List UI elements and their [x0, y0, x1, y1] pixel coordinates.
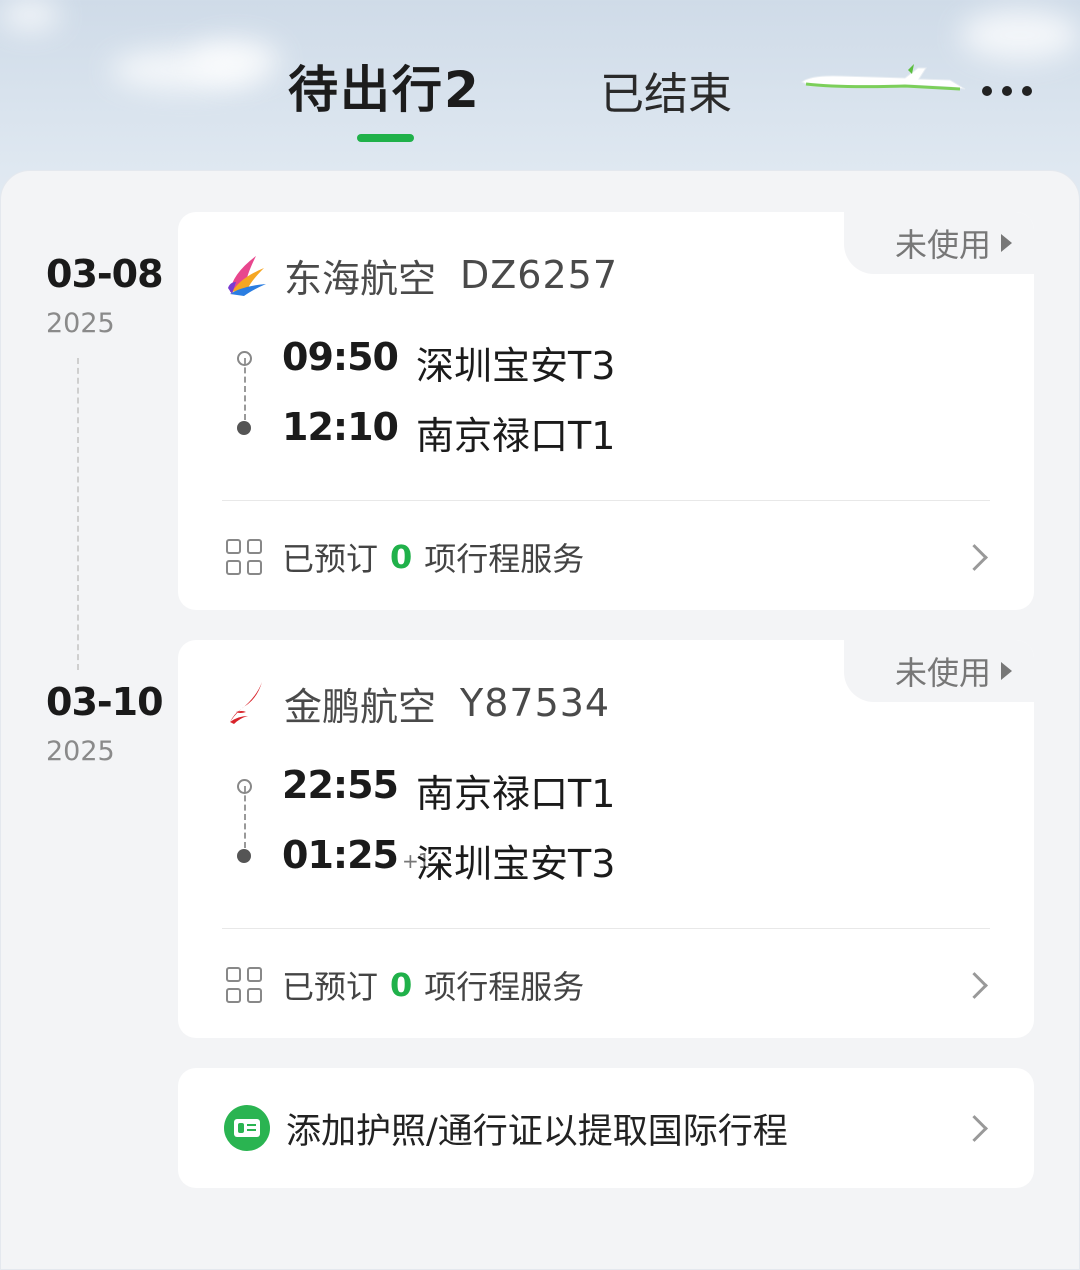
active-tab-indicator — [357, 134, 414, 142]
arrival-airport: 南京禄口T1 — [416, 414, 616, 458]
divider — [222, 928, 990, 929]
cloud-decoration — [0, 0, 60, 30]
tab-finished[interactable]: 已结束 — [600, 63, 732, 127]
status-label: 未使用 — [894, 226, 991, 264]
tab-upcoming[interactable]: 待出行2 — [288, 58, 481, 122]
arrival-dot — [237, 849, 251, 863]
trip-date: 03-10 — [46, 680, 164, 724]
donghai-airlines-logo — [228, 256, 266, 296]
airline-name: 金鹏航空 — [284, 684, 437, 729]
departure-airport: 深圳宝安T3 — [416, 344, 616, 388]
service-count: 0 — [390, 538, 413, 576]
route-line — [244, 786, 246, 848]
cloud-decoration — [960, 10, 1080, 60]
triangle-right-icon — [1001, 234, 1012, 252]
chevron-right-icon — [961, 543, 988, 571]
service-suffix: 项行程服务 — [424, 540, 585, 578]
flight-number: Y87534 — [460, 681, 611, 725]
grid-icon — [226, 539, 262, 575]
trip-card[interactable]: 未使用 东海航空 DZ6257 09:50 深圳宝安T3 12:10 南京禄口T… — [178, 212, 1034, 610]
status-badge[interactable]: 未使用 — [844, 212, 1034, 274]
chevron-right-icon — [961, 971, 988, 999]
trip-year: 2025 — [46, 308, 115, 339]
arrival-time: 01:25 +1 — [282, 833, 430, 877]
triangle-right-icon — [1001, 662, 1012, 680]
route-line — [244, 358, 246, 420]
add-passport-label: 添加护照/通行证以提取国际行程 — [286, 1111, 788, 1152]
trip-card[interactable]: 未使用 金鹏航空 Y87534 22:55 南京禄口T1 01:25 +1 深圳宝… — [178, 640, 1034, 1038]
jinpeng-airlines-logo — [230, 682, 262, 724]
airline-name: 东海航空 — [284, 256, 437, 301]
service-prefix: 已预订 — [282, 540, 379, 578]
trip-services-link[interactable]: 已预订 0 项行程服务 — [226, 940, 994, 1030]
departure-time: 22:55 — [282, 763, 399, 807]
status-label: 未使用 — [894, 654, 991, 692]
add-passport-card[interactable]: 添加护照/通行证以提取国际行程 — [178, 1068, 1034, 1188]
chevron-right-icon — [961, 1114, 988, 1142]
service-prefix: 已预订 — [282, 968, 379, 1006]
service-count: 0 — [390, 966, 413, 1004]
airplane-icon — [801, 64, 966, 91]
trip-services-link[interactable]: 已预订 0 项行程服务 — [226, 512, 994, 602]
trip-date: 03-08 — [46, 252, 164, 296]
departure-airport: 南京禄口T1 — [416, 772, 616, 816]
arrival-airport: 深圳宝安T3 — [416, 842, 616, 886]
flight-number: DZ6257 — [460, 253, 619, 297]
service-suffix: 项行程服务 — [424, 968, 585, 1006]
more-options-icon[interactable] — [982, 78, 1042, 104]
status-badge[interactable]: 未使用 — [844, 640, 1034, 702]
arrival-time: 12:10 — [282, 405, 399, 449]
cloud-decoration — [190, 40, 280, 80]
grid-icon — [226, 967, 262, 1003]
departure-time: 09:50 — [282, 335, 399, 379]
trip-year: 2025 — [46, 736, 115, 767]
timeline-connector — [77, 358, 79, 670]
divider — [222, 500, 990, 501]
id-card-icon — [224, 1105, 270, 1151]
arrival-dot — [237, 421, 251, 435]
